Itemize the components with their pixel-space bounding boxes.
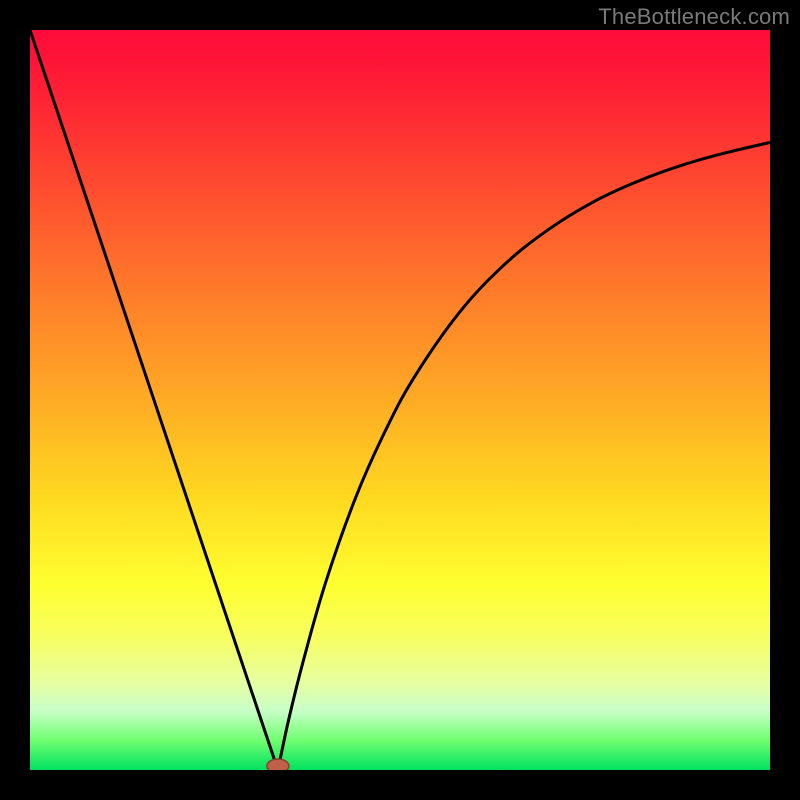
curve-layer	[30, 30, 770, 770]
curve-right-branch	[278, 142, 770, 770]
chart-frame: TheBottleneck.com	[0, 0, 800, 800]
watermark-text: TheBottleneck.com	[598, 4, 790, 30]
plot-area	[30, 30, 770, 770]
minimum-marker	[267, 759, 289, 770]
curve-left-branch	[30, 30, 278, 770]
